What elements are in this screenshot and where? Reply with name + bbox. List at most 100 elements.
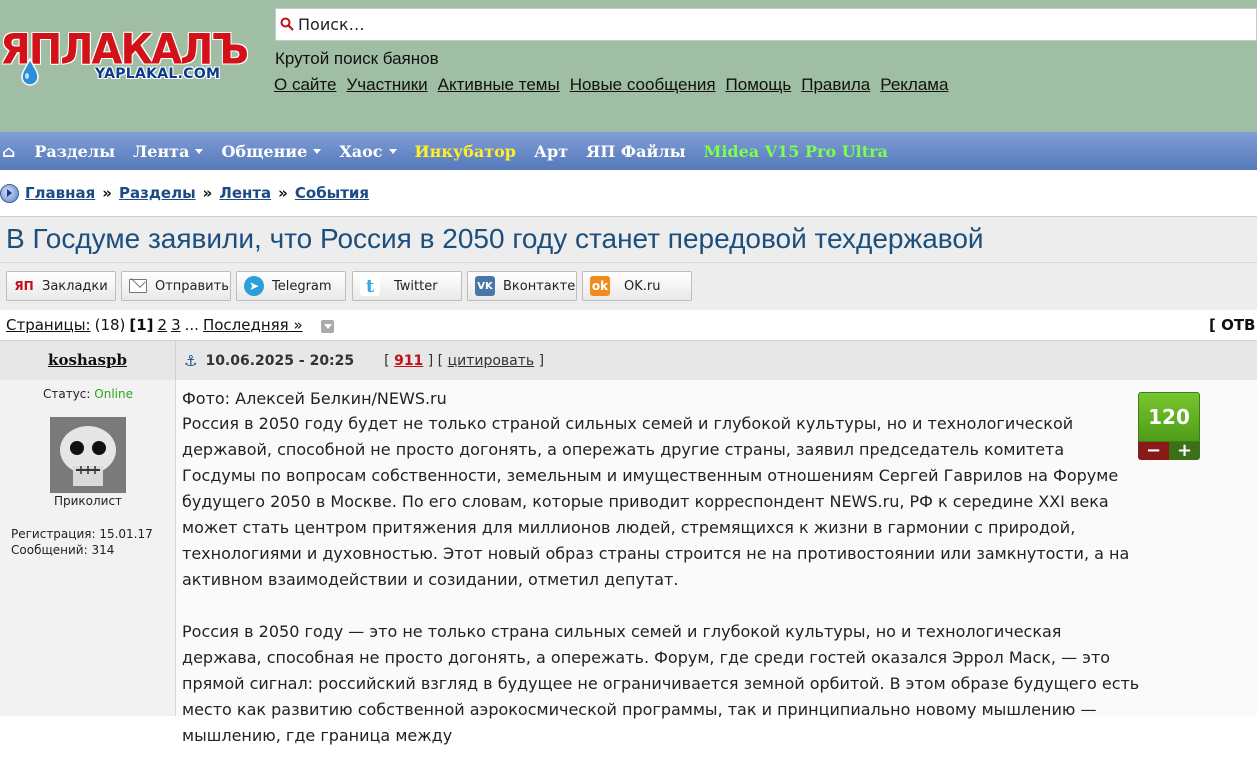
bracket-sep: ] [: [427, 353, 444, 369]
current-page: [1]: [129, 316, 154, 334]
pagination: Страницы: (18) [1] 2 3 ... Последняя »: [6, 316, 334, 334]
search-box[interactable]: [275, 8, 1257, 41]
pages-count: (18): [94, 316, 126, 334]
share-telegram-button[interactable]: ➤ Telegram: [236, 271, 346, 301]
page-3-link[interactable]: 3: [171, 316, 181, 334]
play-circle-icon: [0, 183, 19, 203]
top-link-new-messages[interactable]: Новые сообщения: [570, 75, 716, 95]
nav-item-files[interactable]: ЯП Файлы: [577, 142, 695, 161]
twitter-icon: t: [360, 276, 380, 297]
post-paragraph: Россия в 2050 году будет не только стран…: [182, 414, 1130, 589]
bookmarks-button[interactable]: ЯП Закладки: [6, 271, 116, 301]
page-2-link[interactable]: 2: [158, 316, 168, 334]
tagline: Крутой поиск баянов: [275, 49, 439, 68]
bookmarks-label: Закладки: [42, 278, 108, 294]
post-date: 10.06.2025 - 20:25: [205, 353, 355, 369]
page-title: В Госдуме заявили, что Россия в 2050 год…: [6, 223, 984, 254]
topic-title-bar: В Госдуме заявили, что Россия в 2050 год…: [0, 216, 1257, 263]
teardrop-icon: [21, 58, 39, 86]
post-text: Фото: Алексей Белкин/NEWS.ru Россия в 20…: [182, 387, 1142, 775]
yap-logo-icon: ЯП: [14, 279, 34, 293]
avatar[interactable]: [50, 417, 126, 493]
nav-item-promo[interactable]: Midea V15 Pro Ultra: [695, 142, 897, 161]
nav-label: Хаос: [339, 141, 383, 161]
share-twitter-button[interactable]: t Twitter: [352, 271, 462, 301]
message-count: Сообщений: 314: [11, 543, 115, 557]
ok-icon: ok: [590, 276, 610, 296]
post-header: koshaspb ⚓ 10.06.2025 - 20:25 [ 911 ] [ …: [0, 340, 1257, 381]
bracket-close: ]: [538, 353, 545, 369]
nav-label: Лента: [133, 141, 190, 161]
nav-item-feed[interactable]: Лента: [124, 142, 212, 161]
status-label: Статус:: [42, 387, 91, 401]
author-panel: Статус: Online Приколист Регистрация: 15…: [0, 380, 176, 716]
telegram-icon: ➤: [244, 276, 264, 296]
top-link-members[interactable]: Участники: [346, 75, 427, 95]
bracket-open: [: [384, 353, 390, 369]
rate-up-button[interactable]: +: [1169, 442, 1200, 460]
nav-item-incubator[interactable]: Инкубатор: [406, 142, 525, 161]
send-label: Отправить: [155, 278, 229, 294]
post-author: koshaspb: [0, 341, 176, 381]
rate-down-button[interactable]: −: [1138, 442, 1169, 460]
vk-icon: VK: [475, 276, 495, 296]
breadcrumb-feed[interactable]: Лента: [219, 184, 271, 202]
author-rank: Приколист: [53, 494, 123, 508]
breadcrumb-separator: »: [102, 184, 112, 202]
nav-item-chaos[interactable]: Хаос: [330, 142, 405, 161]
nav-item-communication[interactable]: Общение: [212, 142, 330, 161]
anchor-icon[interactable]: ⚓: [184, 352, 197, 370]
author-stats: Регистрация: 15.01.17 Сообщений: 314: [11, 526, 153, 558]
caret-down-icon: [313, 148, 322, 154]
skull-avatar-image: [51, 418, 125, 492]
send-email-button[interactable]: Отправить: [121, 271, 231, 301]
pages-label[interactable]: Страницы:: [6, 316, 91, 334]
breadcrumb-sections[interactable]: Разделы: [119, 184, 196, 202]
post-body: Фото: Алексей Белкин/NEWS.ru Россия в 20…: [176, 380, 1257, 745]
last-page-link[interactable]: Последняя »: [203, 316, 303, 334]
share-bar: ЯП Закладки Отправить ➤ Telegram t Twitt…: [0, 263, 1257, 310]
breadcrumb-separator: »: [278, 184, 288, 202]
pages-ellipsis: ...: [184, 316, 199, 334]
breadcrumb: Главная » Разделы » Лента » События: [0, 182, 369, 204]
nav-label: Разделы: [34, 141, 116, 161]
telegram-label: Telegram: [272, 278, 332, 294]
caret-down-icon: [388, 148, 397, 154]
post-meta: ⚓ 10.06.2025 - 20:25 [ 911 ] [ цитироват…: [184, 341, 544, 381]
top-link-active-topics[interactable]: Активные темы: [438, 75, 560, 95]
home-icon[interactable]: ⌂: [0, 142, 25, 161]
logo-domain: YAPLAKAL.COM: [95, 66, 221, 82]
top-link-about[interactable]: О сайте: [274, 75, 336, 95]
site-header: ЯПЛАКАЛЪ YAPLAKAL.COM Крутой поиск баяно…: [0, 0, 1257, 132]
rating-value: 120: [1138, 392, 1200, 442]
share-ok-button[interactable]: ok OK.ru: [582, 271, 692, 301]
main-nav: ⌂ Разделы Лента Общение Хаос Инкубатор А…: [0, 132, 1257, 170]
post-number-link[interactable]: 911: [394, 353, 423, 369]
breadcrumb-home[interactable]: Главная: [25, 184, 95, 202]
status-badge: Online: [94, 387, 133, 401]
vk-label: Вконтакте: [503, 278, 576, 294]
top-link-help[interactable]: Помощь: [726, 75, 792, 95]
nav-item-art[interactable]: Арт: [525, 142, 577, 161]
pages-dropdown-icon[interactable]: [320, 319, 334, 333]
top-links: О сайте Участники Активные темы Новые со…: [274, 75, 948, 95]
post-paragraph: Россия в 2050 году — это не только стран…: [182, 622, 1140, 745]
post-rating: 120 − +: [1138, 392, 1200, 460]
registration-date: Регистрация: 15.01.17: [11, 527, 153, 541]
share-vk-button[interactable]: VK Вконтакте: [467, 271, 577, 301]
reply-button[interactable]: [ ОТВ: [1209, 316, 1256, 334]
search-input[interactable]: [298, 9, 1238, 40]
caret-down-icon: [195, 148, 204, 154]
search-icon: [280, 17, 294, 31]
breadcrumb-events[interactable]: События: [295, 184, 369, 202]
site-logo[interactable]: ЯПЛАКАЛЪ YAPLAKAL.COM: [0, 27, 250, 90]
quote-link[interactable]: цитировать: [448, 353, 535, 369]
author-status: Статус: Online: [0, 387, 176, 401]
top-link-ads[interactable]: Реклама: [880, 75, 948, 95]
envelope-icon: [129, 279, 147, 293]
nav-item-sections[interactable]: Разделы: [25, 142, 124, 161]
breadcrumb-separator: »: [202, 184, 213, 202]
author-link[interactable]: koshaspb: [48, 351, 127, 369]
twitter-label: Twitter: [394, 278, 438, 294]
top-link-rules[interactable]: Правила: [801, 75, 870, 95]
